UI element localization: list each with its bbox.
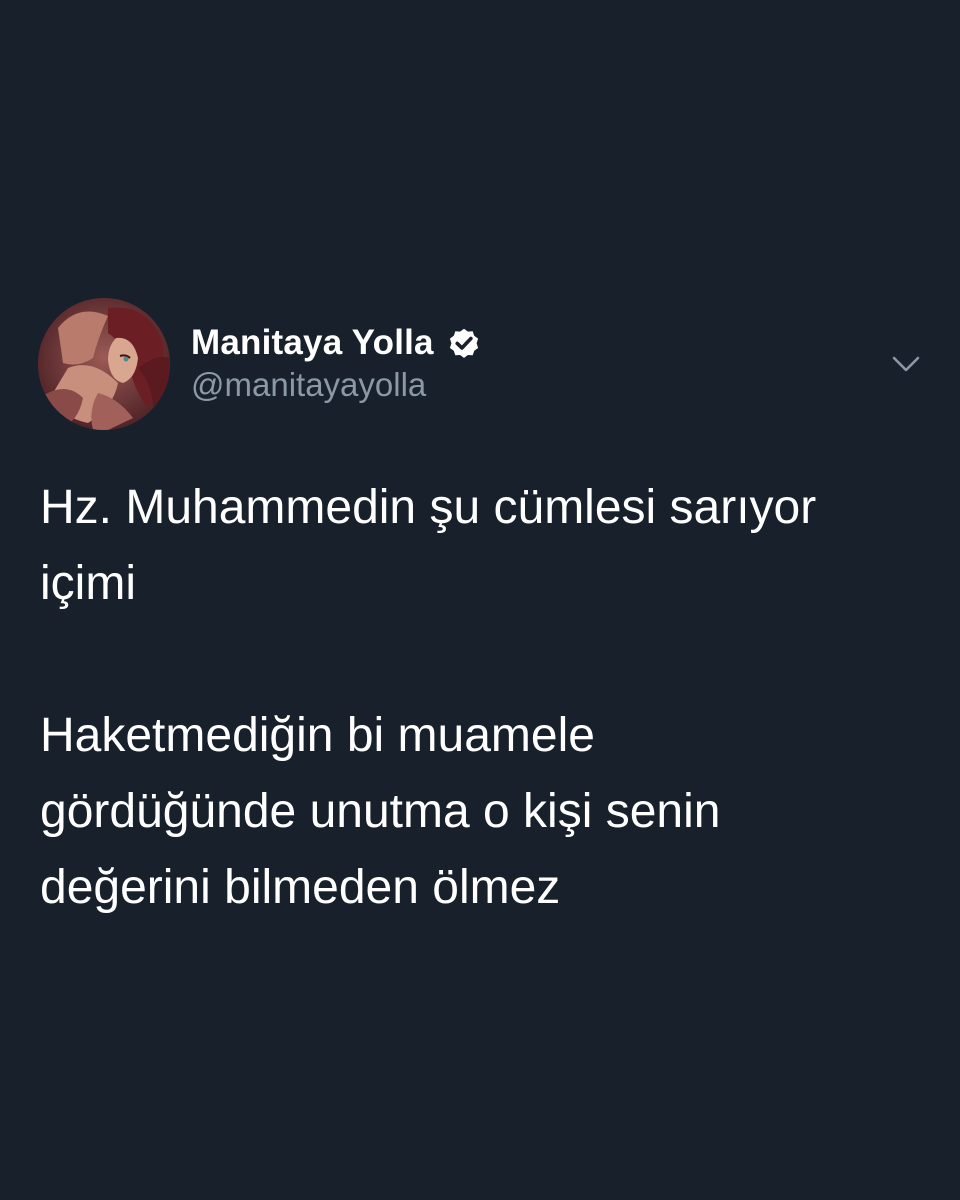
tweet-text-line: Hz. Muhammedin şu cümlesi sarıyor — [40, 481, 817, 534]
tweet-text-line: içimi — [40, 557, 136, 610]
tweet-paragraph: Haketmediğin bi muamele gördüğünde unutm… — [40, 698, 920, 926]
avatar[interactable] — [38, 298, 170, 430]
author-handle[interactable]: @manitayayolla — [191, 366, 426, 404]
tweet-text: Hz. Muhammedin şu cümlesi sarıyor içimi … — [40, 470, 920, 926]
avatar-illustration — [38, 298, 170, 430]
author-name-row[interactable]: Manitaya Yolla — [191, 320, 482, 366]
verified-badge-icon — [446, 325, 482, 361]
chevron-down-icon[interactable] — [888, 350, 924, 378]
tweet-text-line: değerini bilmeden ölmez — [40, 861, 561, 914]
tweet-paragraph: Hz. Muhammedin şu cümlesi sarıyor içimi — [40, 470, 920, 622]
tweet-card: Manitaya Yolla @manitayayolla Hz. Muhamm… — [0, 0, 960, 1200]
tweet-text-line: Haketmediğin bi muamele — [40, 709, 595, 762]
author-display-name[interactable]: Manitaya Yolla — [191, 323, 434, 363]
tweet-text-line: gördüğünde unutma o kişi senin — [40, 785, 721, 838]
